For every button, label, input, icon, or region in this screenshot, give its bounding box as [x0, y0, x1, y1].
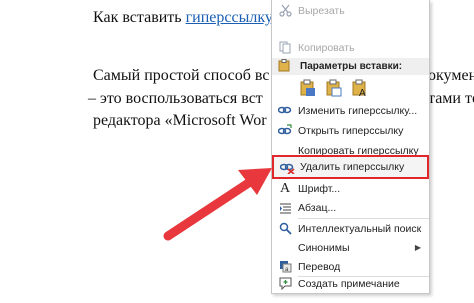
paste-options-row: A — [298, 77, 370, 99]
hyperlink[interactable]: гиперссылку — [186, 9, 273, 26]
menu-font-label: Шрифт... — [298, 182, 341, 195]
scissors-icon — [272, 4, 298, 17]
doc-paragraph-line: редактора «Microsoft Wor — [93, 112, 267, 129]
doc-line-4: редактора «Microsoft Wor — [93, 112, 267, 130]
menu-copy[interactable]: Копировать — [272, 37, 429, 58]
doc-line-2: Самый простой способ вс — [93, 67, 269, 85]
paste-keep-formatting-button[interactable] — [298, 77, 318, 99]
doc-line-2-tail: окумент — [428, 67, 474, 85]
search-icon — [272, 222, 298, 235]
doc-paragraph-tail: тами те — [428, 90, 474, 107]
paste-options-header: Параметры вставки: — [272, 58, 429, 75]
doc-line-3-tail: тами те — [428, 90, 474, 108]
menu-new-comment-label: Создать примечание — [298, 277, 400, 290]
menu-edit-hyperlink[interactable]: Изменить гиперссылку... — [272, 100, 429, 121]
menu-paragraph-label: Абзац... — [298, 201, 337, 214]
copy-icon — [272, 41, 298, 54]
doc-paragraph-tail: окумент — [428, 67, 474, 84]
doc-heading-text: Как вставить — [93, 9, 186, 26]
menu-synonyms[interactable]: Синонимы ▶ — [272, 237, 429, 258]
font-icon: A — [279, 180, 291, 196]
menu-cut[interactable]: Вырезать — [272, 0, 429, 21]
menu-smart-lookup[interactable]: Интеллектуальный поиск — [272, 218, 429, 239]
chevron-right-icon: ▶ — [414, 243, 421, 252]
menu-open-hyperlink[interactable]: Открыть гиперссылку — [272, 120, 429, 141]
context-menu: Вырезать Копировать Параметры вставки: A… — [271, 0, 430, 294]
paste-options-label: Параметры вставки: — [300, 61, 403, 72]
menu-remove-hyperlink[interactable]: Удалить гиперссылку — [272, 155, 429, 179]
doc-paragraph-line: – это воспользоваться вст — [88, 90, 263, 107]
link-edit-icon — [272, 104, 298, 117]
menu-cut-label: Вырезать — [298, 4, 345, 17]
menu-open-hyperlink-label: Открыть гиперссылку — [298, 124, 404, 137]
menu-paragraph[interactable]: Абзац... — [272, 197, 429, 218]
menu-smart-lookup-label: Интеллектуальный поиск — [298, 222, 422, 235]
link-open-icon — [272, 124, 298, 137]
paragraph-icon — [272, 202, 298, 214]
menu-synonyms-label: Синонимы — [298, 241, 350, 254]
link-remove-icon — [274, 161, 300, 174]
doc-paragraph-line: Самый простой способ вс — [93, 67, 270, 84]
clipboard-icon — [278, 58, 291, 75]
doc-line-3: – это воспользоваться вст — [88, 90, 263, 108]
menu-new-comment[interactable]: Создать примечание — [272, 273, 429, 294]
doc-line-1: Как вставить гиперссылку — [93, 9, 273, 27]
translate-icon: a — [272, 260, 298, 273]
menu-translate-label: Перевод — [298, 260, 341, 273]
menu-remove-hyperlink-label: Удалить гиперссылку — [300, 161, 405, 173]
paste-text-only-button[interactable]: A — [350, 77, 370, 99]
menu-copy-label: Копировать — [298, 41, 355, 54]
menu-edit-hyperlink-label: Изменить гиперссылку... — [298, 104, 418, 117]
menu-font[interactable]: A Шрифт... — [272, 178, 429, 199]
comment-icon — [272, 277, 298, 290]
paste-merge-formatting-button[interactable] — [324, 77, 344, 99]
svg-text:A: A — [359, 88, 366, 97]
